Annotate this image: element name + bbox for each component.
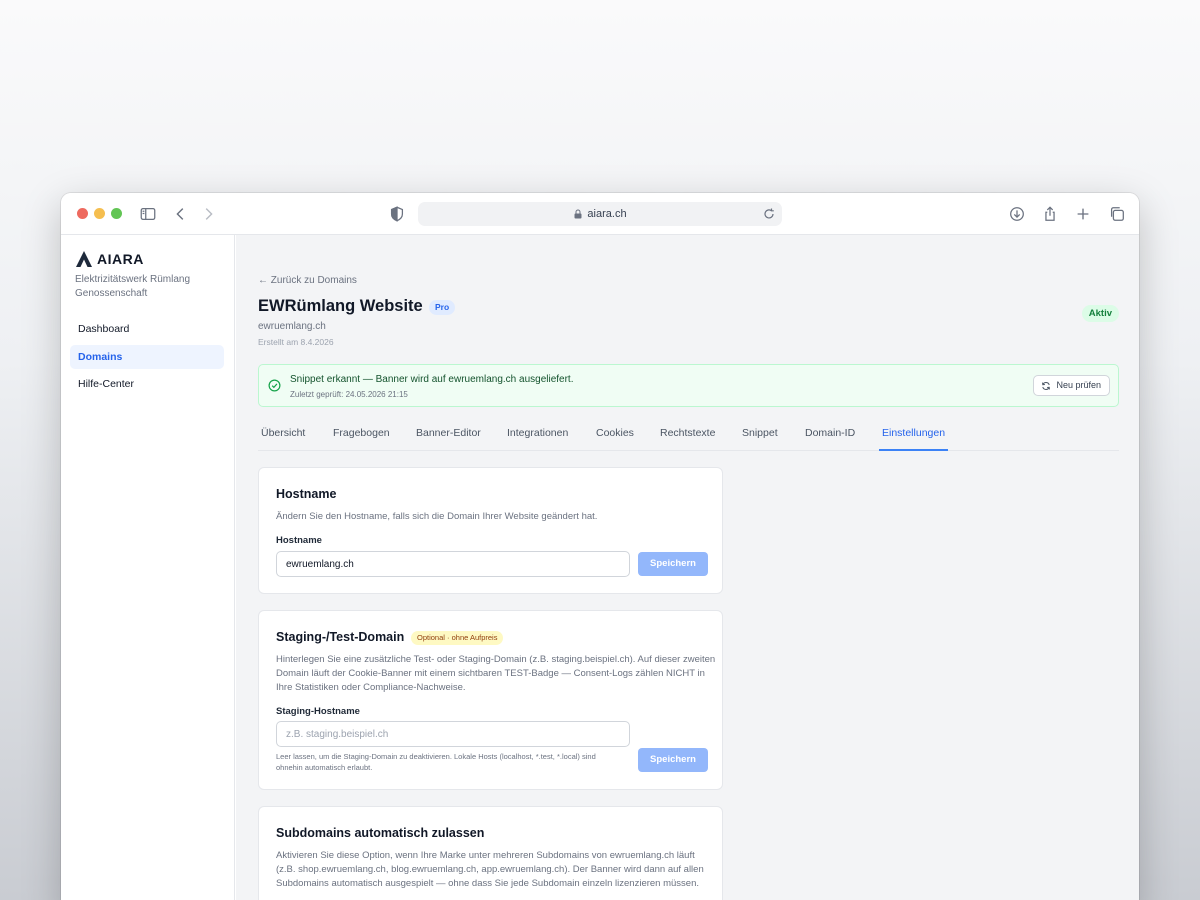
privacy-shield-icon[interactable] bbox=[387, 204, 407, 224]
close-window-button[interactable] bbox=[77, 208, 88, 219]
staging-hostname-input[interactable] bbox=[276, 721, 630, 747]
staging-hint: Leer lassen, um die Staging-Domain zu de… bbox=[276, 752, 596, 772]
lock-icon bbox=[574, 209, 582, 219]
tab-uebersicht[interactable]: Übersicht bbox=[258, 427, 308, 451]
share-icon[interactable] bbox=[1040, 204, 1060, 224]
brand-logo[interactable]: AIARA bbox=[75, 250, 144, 268]
alert-title: Snippet erkannt — Banner wird auf ewruem… bbox=[290, 374, 574, 385]
url-text: aiara.ch bbox=[587, 208, 627, 220]
staging-domain-card: Staging-/Test-Domain Optional · ohne Auf… bbox=[258, 610, 723, 790]
sidebar-item-hilfe-center[interactable]: Hilfe-Center bbox=[70, 372, 224, 396]
subdomains-card: Subdomains automatisch zulassen Aktivier… bbox=[258, 806, 723, 900]
sidebar-item-domains[interactable]: Domains bbox=[70, 345, 224, 369]
last-checked-text: Zuletzt geprüft: 24.05.2026 21:15 bbox=[290, 390, 408, 399]
forward-icon[interactable] bbox=[198, 204, 218, 224]
main-content: ← Zurück zu Domains EWRümlang Website Pr… bbox=[236, 235, 1139, 900]
status-badge: Aktiv bbox=[1081, 305, 1119, 322]
hostname-field-label: Hostname bbox=[276, 535, 322, 546]
zoom-window-button[interactable] bbox=[111, 208, 122, 219]
refresh-icon bbox=[1042, 382, 1051, 390]
check-circle-icon bbox=[268, 379, 281, 392]
tab-cookies[interactable]: Cookies bbox=[593, 427, 637, 451]
tab-rechtstexte[interactable]: Rechtstexte bbox=[657, 427, 718, 451]
domain-tabs: Übersicht Fragebogen Banner-Editor Integ… bbox=[258, 417, 1119, 451]
created-date: Erstellt am 8.4.2026 bbox=[258, 337, 334, 347]
tab-snippet[interactable]: Snippet bbox=[739, 427, 781, 451]
recheck-button-label: Neu prüfen bbox=[1056, 380, 1101, 390]
address-bar[interactable]: aiara.ch bbox=[418, 202, 782, 226]
hostname-card: Hostname Ändern Sie den Hostname, falls … bbox=[258, 467, 723, 594]
plan-badge: Pro bbox=[429, 300, 456, 315]
reload-icon[interactable] bbox=[762, 207, 776, 221]
downloads-icon[interactable] bbox=[1007, 204, 1027, 224]
snippet-status-alert: Snippet erkannt — Banner wird auf ewruem… bbox=[258, 364, 1119, 407]
staging-field-label: Staging-Hostname bbox=[276, 706, 360, 717]
tab-integrationen[interactable]: Integrationen bbox=[504, 427, 571, 451]
hostname-card-description: Ändern Sie den Hostname, falls sich die … bbox=[276, 511, 598, 522]
back-to-domains-link[interactable]: ← Zurück zu Domains bbox=[258, 275, 357, 286]
browser-window: aiara.ch AIARA Elektrizitätswerk Rümlang… bbox=[61, 193, 1139, 900]
browser-toolbar: aiara.ch bbox=[61, 193, 1139, 235]
tab-domain-id[interactable]: Domain-ID bbox=[802, 427, 858, 451]
subdomains-card-description: Aktivieren Sie diese Option, wenn Ihre M… bbox=[276, 850, 704, 889]
subdomains-card-title: Subdomains automatisch zulassen bbox=[276, 826, 485, 840]
aiara-logo-icon bbox=[76, 251, 92, 267]
hostname-input[interactable] bbox=[276, 551, 630, 577]
logo-text: AIARA bbox=[97, 251, 144, 267]
recheck-button[interactable]: Neu prüfen bbox=[1033, 375, 1110, 396]
new-tab-icon[interactable] bbox=[1073, 204, 1093, 224]
domain-hostname: ewruemlang.ch bbox=[258, 321, 326, 332]
minimize-window-button[interactable] bbox=[94, 208, 105, 219]
back-icon[interactable] bbox=[171, 204, 191, 224]
sidebar-item-dashboard[interactable]: Dashboard bbox=[70, 317, 224, 341]
organization-name: Elektrizitätswerk Rümlang Genossenschaft bbox=[75, 274, 191, 299]
sidebar-toggle-icon[interactable] bbox=[138, 204, 158, 224]
tab-overview-icon[interactable] bbox=[1107, 204, 1127, 224]
tab-einstellungen[interactable]: Einstellungen bbox=[879, 427, 949, 451]
tab-fragebogen[interactable]: Fragebogen bbox=[330, 427, 393, 451]
optional-badge: Optional · ohne Aufpreis bbox=[411, 631, 504, 645]
staging-card-description: Hinterlegen Sie eine zusätzliche Test- o… bbox=[276, 654, 716, 693]
hostname-card-title: Hostname bbox=[276, 487, 337, 501]
staging-save-button[interactable]: Speichern bbox=[638, 748, 708, 772]
sidebar: AIARA Elektrizitätswerk Rümlang Genossen… bbox=[61, 235, 235, 900]
tab-banner-editor[interactable]: Banner-Editor bbox=[413, 427, 484, 451]
page-title: EWRümlang Website bbox=[258, 297, 423, 315]
staging-card-title: Staging-/Test-Domain bbox=[276, 630, 405, 644]
hostname-save-button[interactable]: Speichern bbox=[638, 552, 708, 576]
